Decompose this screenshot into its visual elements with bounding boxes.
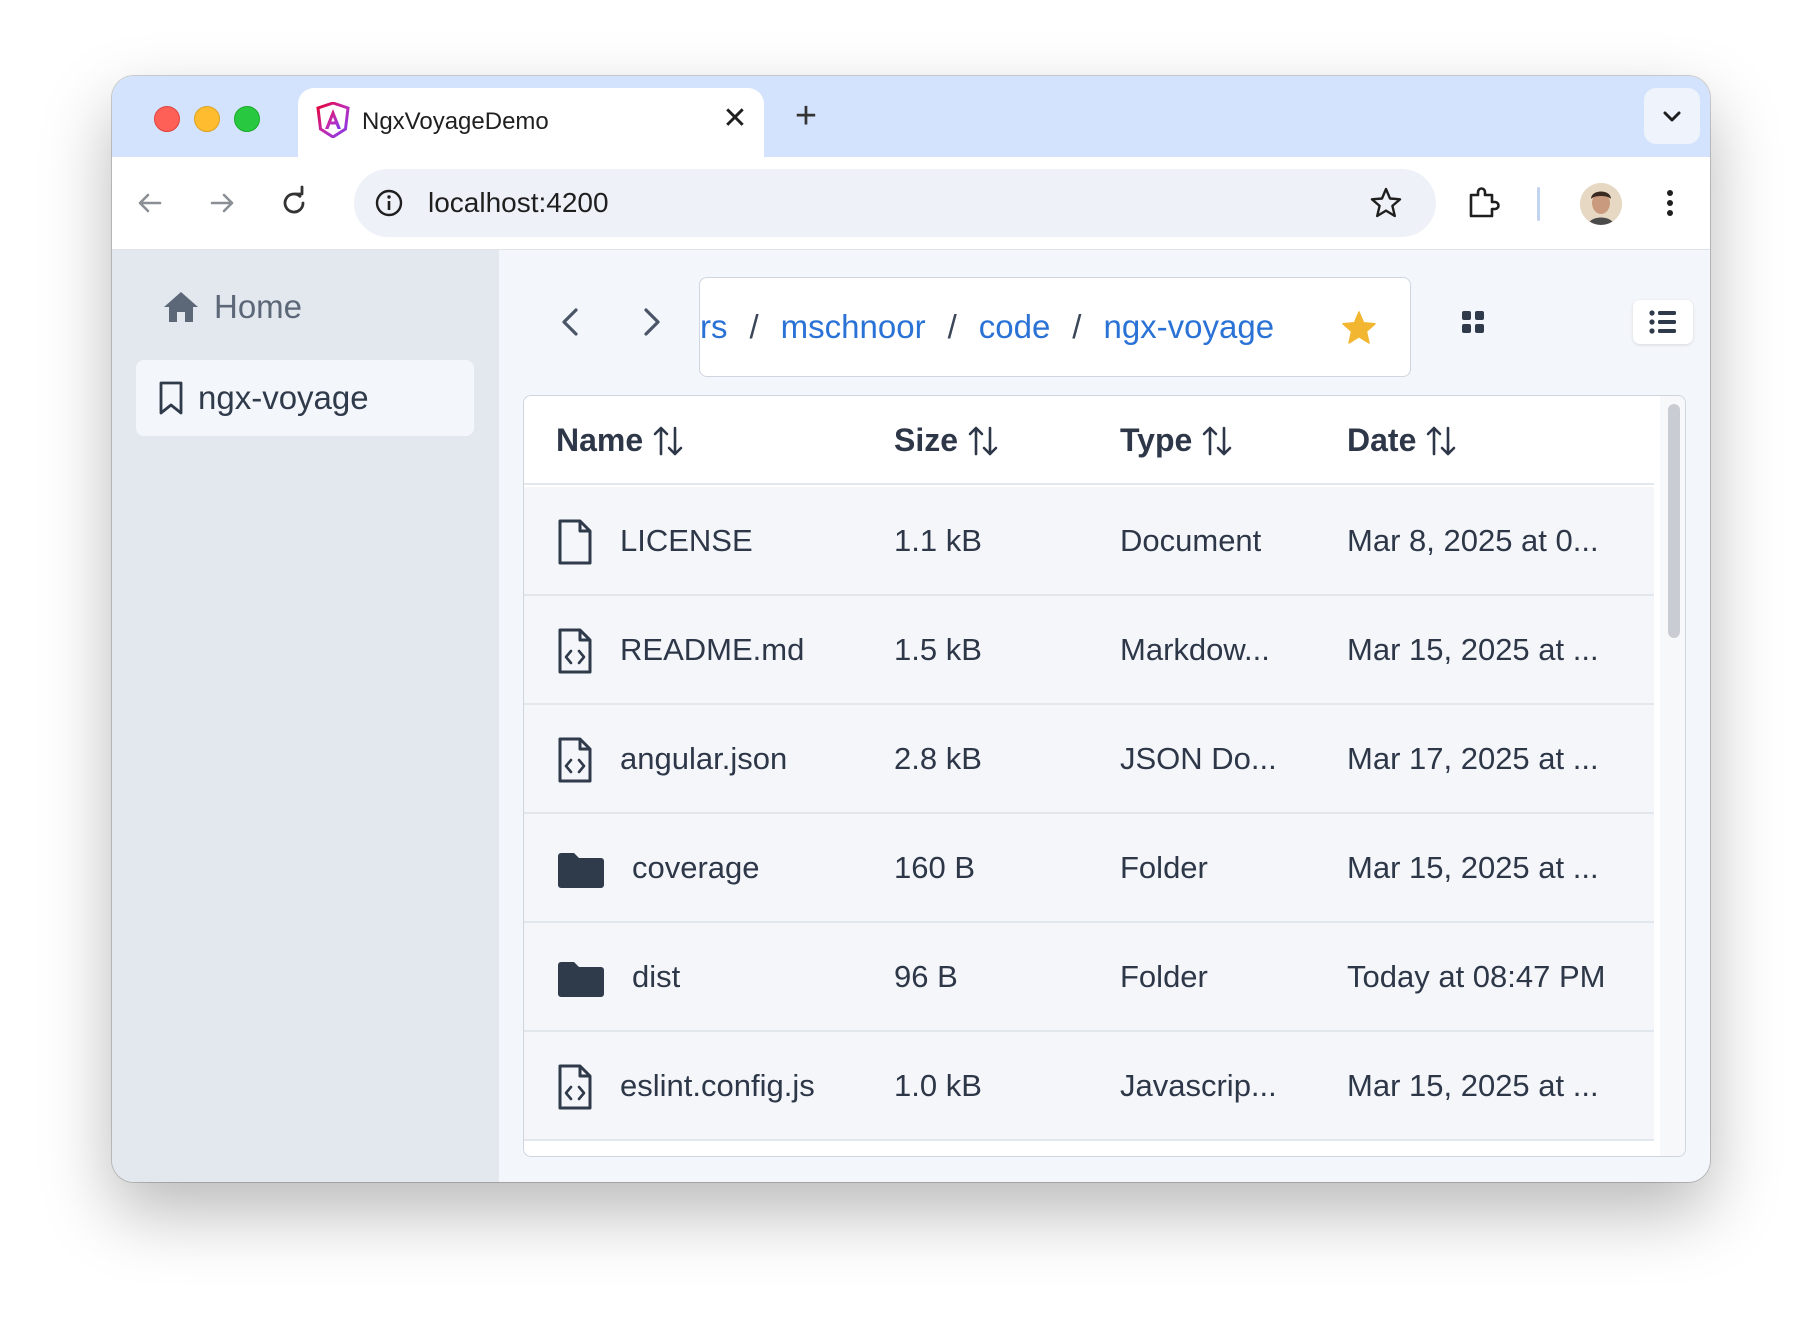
file-name: eslint.config.js: [620, 1068, 815, 1103]
minimize-window-button[interactable]: [194, 106, 220, 132]
list-icon: [1649, 310, 1676, 334]
nav-forward-icon[interactable]: [633, 302, 669, 342]
toolbar-separator: [1537, 187, 1540, 221]
file-name: README.md: [620, 632, 805, 667]
browser-toolbar: localhost:4200: [112, 157, 1710, 250]
file-size: 1.1 kB: [894, 523, 982, 558]
code-file-icon: [558, 737, 592, 783]
code-file-icon: [558, 1064, 592, 1110]
list-view-button[interactable]: [1633, 300, 1693, 344]
close-window-button[interactable]: [154, 106, 180, 132]
home-icon: [164, 292, 198, 322]
breadcrumb-item[interactable]: mschnoor: [781, 308, 926, 345]
file-type: Markdow...: [1120, 632, 1270, 667]
reload-icon[interactable]: [274, 183, 314, 223]
tab-strip: NgxVoyageDemo ✕ +: [112, 76, 1710, 157]
table-row[interactable]: eslint.config.js 1.0 kB Javascrip... Mar 15…: [524, 1032, 1654, 1141]
address-bar[interactable]: localhost:4200: [354, 169, 1436, 237]
breadcrumb-separator: /: [947, 308, 957, 345]
column-header-name[interactable]: Name: [556, 422, 685, 459]
file-name: dist: [632, 959, 681, 994]
breadcrumb: rs / mschnoor / code / ngx-voyage: [699, 277, 1411, 377]
file-type: Javascrip...: [1120, 1068, 1277, 1103]
column-header-type[interactable]: Type: [1120, 422, 1234, 459]
sort-arrows-icon: [1427, 426, 1456, 455]
file-name: LICENSE: [620, 523, 753, 558]
folder-icon: [558, 962, 604, 997]
bookmark-icon: [159, 381, 183, 415]
folder-icon: [558, 853, 604, 888]
sort-arrows-icon: [1203, 426, 1232, 455]
chevron-down-icon: [1663, 111, 1681, 122]
site-info-icon[interactable]: [372, 186, 406, 220]
tab-search-button[interactable]: [1644, 88, 1700, 144]
tab-title: NgxVoyageDemo: [362, 108, 549, 135]
url-text: localhost:4200: [428, 187, 609, 218]
file-size: 1.5 kB: [894, 632, 982, 667]
angular-logo-icon: [316, 102, 350, 138]
browser-tab[interactable]: NgxVoyageDemo ✕: [298, 88, 764, 157]
file-date: Mar 17, 2025 at ...: [1347, 741, 1599, 776]
breadcrumb-item[interactable]: ngx-voyage: [1103, 308, 1274, 345]
file-type: Folder: [1120, 959, 1208, 994]
file-date: Mar 15, 2025 at ...: [1347, 1068, 1599, 1103]
file-size: 2.8 kB: [894, 741, 982, 776]
nav-back-icon[interactable]: [553, 302, 589, 342]
file-size: 1.0 kB: [894, 1068, 982, 1103]
file-browser: rs / mschnoor / code / ngx-voyage Name S…: [499, 250, 1710, 1182]
sidebar-item-label: ngx-voyage: [198, 379, 369, 416]
file-date: Mar 15, 2025 at ...: [1347, 850, 1599, 885]
column-header-size[interactable]: Size: [894, 422, 1000, 459]
sort-arrows-icon: [968, 426, 998, 455]
table-row[interactable]: README.md 1.5 kB Markdow... Mar 15, 2025 at…: [524, 596, 1654, 705]
table-header: Name Size Type Date: [524, 396, 1654, 485]
sidebar-item-home[interactable]: Home: [162, 284, 302, 330]
table-row[interactable]: LICENSE 1.1 kB Document Mar 8, 2025 at 0...: [524, 487, 1654, 596]
bookmark-star-icon[interactable]: [1368, 185, 1404, 221]
new-tab-button[interactable]: +: [784, 94, 828, 138]
file-name: angular.json: [620, 741, 788, 776]
more-vertical-icon[interactable]: [1650, 183, 1690, 223]
table-row[interactable]: angular.json 2.8 kB JSON Do... Mar 17, 2025…: [524, 705, 1654, 814]
sidebar: Home ngx-voyage: [112, 250, 499, 1182]
file-size: 160 B: [894, 850, 976, 885]
breadcrumb-separator: /: [749, 308, 759, 345]
breadcrumb-separator: /: [1072, 308, 1082, 345]
grid-icon: [1462, 311, 1484, 333]
file-type: JSON Do...: [1120, 741, 1277, 776]
person-avatar-icon: [1580, 183, 1622, 225]
code-file-icon: [558, 628, 592, 674]
table-row[interactable]: dist 96 B Folder Today at 08:47 PM: [524, 923, 1654, 1032]
sidebar-item-bookmark[interactable]: ngx-voyage: [136, 360, 474, 436]
sidebar-item-label: Home: [214, 288, 303, 325]
file-type: Folder: [1120, 850, 1208, 885]
file-date: Mar 8, 2025 at 0...: [1347, 523, 1599, 558]
file-table: Name Size Type Date LICENSE 1.1 kB Docum…: [523, 395, 1686, 1157]
column-header-date[interactable]: Date: [1347, 422, 1458, 459]
file-type: Document: [1120, 523, 1262, 558]
file-date: Mar 15, 2025 at ...: [1347, 632, 1599, 667]
table-row[interactable]: coverage 160 B Folder Mar 15, 2025 at ...: [524, 814, 1654, 923]
extensions-puzzle-icon[interactable]: [1464, 183, 1504, 223]
forward-arrow-icon[interactable]: [202, 183, 242, 223]
profile-avatar[interactable]: [1580, 183, 1622, 225]
scrollbar-thumb[interactable]: [1668, 404, 1680, 638]
browser-window: NgxVoyageDemo ✕ + localhost:4200 Home ng…: [112, 76, 1710, 1182]
page-content: Home ngx-voyage rs / mschnoor / code / ngx-voy…: [112, 250, 1710, 1182]
breadcrumb-item[interactable]: rs: [700, 308, 728, 345]
file-name: coverage: [632, 850, 760, 885]
back-arrow-icon[interactable]: [130, 183, 170, 223]
file-icon: [558, 519, 592, 565]
favorite-star-icon[interactable]: [1340, 310, 1378, 346]
tab-close-icon[interactable]: ✕: [718, 102, 752, 136]
breadcrumb-item[interactable]: code: [979, 308, 1051, 345]
maximize-window-button[interactable]: [234, 106, 260, 132]
file-date: Today at 08:47 PM: [1347, 959, 1606, 994]
file-size: 96 B: [894, 959, 958, 994]
sort-arrows-icon: [653, 426, 683, 455]
grid-view-button[interactable]: [1443, 300, 1503, 344]
